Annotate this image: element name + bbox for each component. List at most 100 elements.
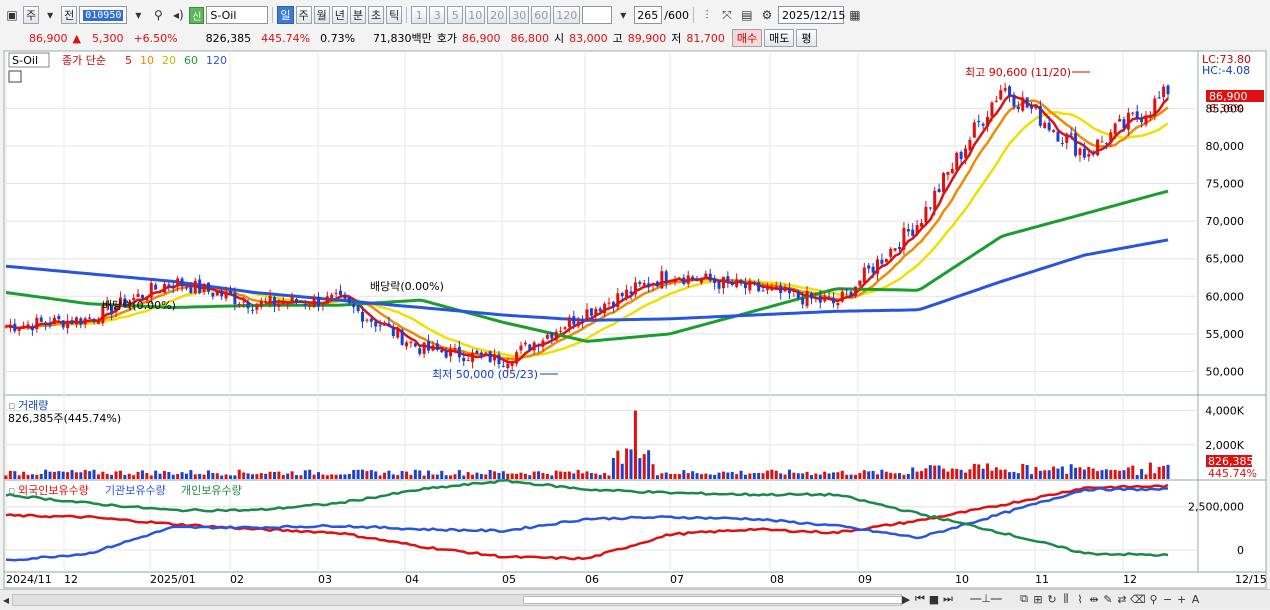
crosshair-icon[interactable]: ⤧ xyxy=(718,6,736,24)
font-icon[interactable]: A xyxy=(1190,591,1202,607)
grid-icon[interactable]: ⊞ xyxy=(1032,591,1044,607)
forward-icon[interactable]: ⏭ xyxy=(942,591,954,607)
volume-bar xyxy=(1008,472,1012,479)
chart-area: S-Oil 종가 단순 5 10 20 60 120최고 90,600 (11/20)최저 … xyxy=(3,50,1267,589)
save-icon[interactable]: ▤ xyxy=(738,6,756,24)
volume-bar xyxy=(1113,469,1117,479)
spread-icon[interactable]: ⇹ xyxy=(1088,591,1100,607)
interval-30-button[interactable]: 30 xyxy=(509,6,530,24)
volume-bar xyxy=(625,448,629,479)
search-icon[interactable]: ⚲ xyxy=(1148,591,1160,607)
volume-bar xyxy=(783,474,787,479)
legend-0: 종가 단순 xyxy=(62,54,106,67)
period-3-button[interactable]: 년 xyxy=(331,6,348,24)
period-6-button[interactable]: 틱 xyxy=(386,6,403,24)
scroll-left-icon[interactable]: ◂ xyxy=(0,591,12,609)
volume-bar xyxy=(928,465,932,479)
erase-icon[interactable]: ⌫ xyxy=(1130,591,1146,607)
date-input[interactable]: 2025/12/15 xyxy=(777,6,845,24)
interval-5-button[interactable]: 5 xyxy=(447,6,464,24)
interval-60-button[interactable]: 60 xyxy=(531,6,552,24)
chart-title: S-Oil xyxy=(12,54,38,67)
interval-10-button[interactable]: 10 xyxy=(465,6,486,24)
volume-bar xyxy=(999,469,1003,479)
candle xyxy=(88,317,92,319)
period-5-button[interactable]: 초 xyxy=(368,6,385,24)
candle xyxy=(308,305,312,307)
market-select[interactable]: 주 xyxy=(23,6,40,24)
interval-3-button[interactable]: 3 xyxy=(429,6,446,24)
plus-icon[interactable]: + xyxy=(1176,591,1188,607)
pane-toggle-icon: ▫ xyxy=(8,484,15,497)
period-0-button[interactable]: 일 xyxy=(277,6,294,24)
volume-bar xyxy=(554,470,558,479)
candle-icon[interactable]: ⫶ xyxy=(698,6,716,24)
candle xyxy=(1043,122,1047,128)
volume-bar xyxy=(35,474,39,479)
volume-bar xyxy=(673,473,677,479)
candle xyxy=(1052,130,1056,133)
window-icon[interactable]: ▣ xyxy=(3,6,21,24)
horizontal-scrollbar[interactable] xyxy=(12,594,903,606)
period-4-button[interactable]: 분 xyxy=(349,6,366,24)
volume-bar xyxy=(4,475,8,479)
candle xyxy=(479,352,483,355)
legend-3: 20 xyxy=(162,54,176,67)
search-icon[interactable]: ⚲ xyxy=(149,6,167,24)
interval-20-button[interactable]: 20 xyxy=(487,6,508,24)
volume-bar xyxy=(1162,465,1166,479)
interval-120-button[interactable]: 120 xyxy=(553,6,581,24)
volume-bar xyxy=(8,470,12,479)
zoom-slider[interactable]: ⎯⎯⊥⎯⎯ xyxy=(956,591,1016,607)
stop-icon[interactable]: ■ xyxy=(928,591,940,607)
candle xyxy=(427,340,431,351)
calendar-icon[interactable]: ▦ xyxy=(846,6,864,24)
volume-bar xyxy=(361,469,365,479)
play-icon[interactable]: ▶ xyxy=(900,591,912,607)
dividend-annotation-2: 배당락(0.00%) xyxy=(370,280,444,293)
candle xyxy=(664,271,668,283)
volume-bar xyxy=(255,474,259,479)
pen-icon[interactable]: ✎ xyxy=(1102,591,1114,607)
candle xyxy=(523,342,527,345)
volume-bar xyxy=(1030,474,1034,479)
swap-icon[interactable]: ⇄ xyxy=(1116,591,1128,607)
all-button[interactable]: 전 xyxy=(61,6,78,24)
rewind-icon[interactable]: ⏮ xyxy=(914,591,926,607)
refresh-icon[interactable]: ↻ xyxy=(1046,591,1058,607)
candle xyxy=(387,323,391,327)
period-2-button[interactable]: 월 xyxy=(313,6,330,24)
layout-icon[interactable]: ⧉ xyxy=(1018,591,1030,607)
bar-icon[interactable]: ⫼ xyxy=(1060,591,1072,607)
volume-bar xyxy=(889,472,893,479)
candle xyxy=(836,302,840,306)
avg-button[interactable]: 평 xyxy=(796,29,817,47)
sell-button[interactable]: 매도 xyxy=(764,29,795,47)
scroll-thumb[interactable] xyxy=(523,596,903,604)
chevron-down-icon[interactable]: ▾ xyxy=(614,6,632,24)
custom-interval-input[interactable] xyxy=(582,6,613,24)
volume-bar xyxy=(321,474,325,479)
volume-bar xyxy=(867,471,871,479)
stock-name-field[interactable]: S-Oil xyxy=(206,6,269,24)
interval-1-button[interactable]: 1 xyxy=(411,6,428,24)
buy-button[interactable]: 매수 xyxy=(731,29,763,47)
x-tick-label: 06 xyxy=(585,573,599,586)
view-count-input[interactable]: 265 xyxy=(634,6,663,24)
minus-icon[interactable]: − xyxy=(1162,591,1174,607)
stock-code-input[interactable]: 010950 xyxy=(79,6,128,24)
period-1-button[interactable]: 주 xyxy=(295,6,312,24)
chevron-down-icon[interactable]: ▾ xyxy=(41,6,59,24)
candle xyxy=(1078,148,1082,156)
volume-bar xyxy=(453,474,457,479)
speaker-icon[interactable]: ◂) xyxy=(169,6,187,24)
volume-bar xyxy=(990,470,994,479)
gear-icon[interactable]: ⚙ xyxy=(758,6,776,24)
candle xyxy=(330,294,334,299)
candle xyxy=(299,300,303,303)
volume-bar xyxy=(814,473,818,479)
line-icon[interactable]: ⌇ xyxy=(1074,591,1086,607)
volume-bar xyxy=(224,474,228,479)
holdings-tick-label: 0 xyxy=(1237,544,1244,557)
chevron-down-icon[interactable]: ▾ xyxy=(129,6,147,24)
